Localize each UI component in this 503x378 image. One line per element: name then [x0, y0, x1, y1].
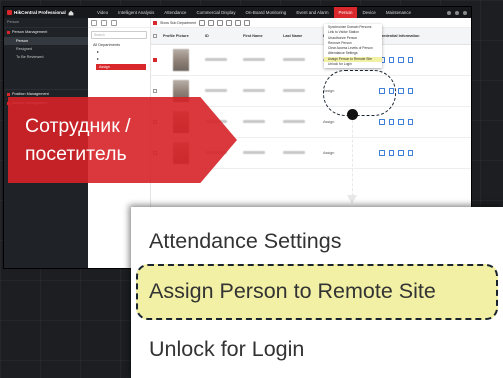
- add-icon[interactable]: [91, 19, 97, 26]
- more-icon[interactable]: [244, 19, 251, 26]
- blurred-last-name: [283, 58, 305, 61]
- blurred-first-name: [243, 89, 265, 92]
- notification-icon[interactable]: [447, 10, 451, 15]
- col-id[interactable]: ID: [203, 34, 241, 38]
- col-profile-picture[interactable]: Profile Picture: [161, 34, 203, 38]
- menu-highlight-outline: [323, 70, 396, 116]
- edit-credential-icon[interactable]: [407, 150, 413, 156]
- row-checkbox[interactable]: [153, 57, 157, 62]
- export-icon[interactable]: [235, 19, 242, 26]
- fingerprint-icon[interactable]: [388, 150, 394, 156]
- show-sub-department-checkbox[interactable]: [153, 20, 157, 25]
- zoom-assign-remote-site[interactable]: Assign Person to Remote Site: [149, 279, 436, 304]
- credential-icons: [361, 150, 461, 156]
- sidebar-group-person-management[interactable]: Person Management: [4, 28, 88, 37]
- face-icon[interactable]: [398, 57, 404, 63]
- callout-pin: [347, 109, 358, 120]
- nav-maintenance[interactable]: Maintenance: [381, 7, 416, 18]
- fingerprint-icon[interactable]: [388, 57, 394, 63]
- tree-assign-node[interactable]: Assign: [96, 64, 146, 70]
- profile-photo: [173, 49, 189, 71]
- fingerprint-icon[interactable]: [388, 119, 394, 125]
- show-sub-department-label: Show Sub Department: [160, 20, 197, 25]
- home-icon[interactable]: [68, 10, 74, 16]
- table-row[interactable]: Assign: [151, 45, 471, 76]
- tree-root[interactable]: All Departments: [88, 42, 150, 49]
- blurred-last-name: [283, 89, 305, 92]
- tree-node[interactable]: ▸: [88, 56, 150, 63]
- tree-toolbar: [88, 18, 150, 28]
- tree-search-input[interactable]: Search: [91, 31, 147, 39]
- edit-icon[interactable]: [101, 19, 107, 26]
- top-navigation-bar: HikCentral Professional Video Intelligen…: [4, 7, 471, 18]
- sidebar-item-to-be-reviewed[interactable]: To Be Reviewed: [4, 53, 88, 61]
- sidebar-header: Person: [4, 18, 88, 28]
- face-icon[interactable]: [398, 119, 404, 125]
- group-icon: [7, 93, 10, 96]
- tree-node[interactable]: ▸: [88, 49, 150, 56]
- row-department: Assign: [323, 151, 335, 155]
- row-checkbox[interactable]: [153, 88, 157, 93]
- callout-arrow-icon: [347, 195, 357, 204]
- card-icon[interactable]: [379, 119, 385, 125]
- nav-video[interactable]: Video: [92, 7, 113, 18]
- add-person-icon[interactable]: [199, 19, 206, 26]
- more-actions-menu: Synchronize Domain Persons Link to Visit…: [324, 24, 382, 69]
- card-icon[interactable]: [379, 150, 385, 156]
- edit-credential-icon[interactable]: [407, 88, 413, 94]
- nav-commercial-display[interactable]: Commercial Display: [192, 7, 241, 18]
- nav-intelligent-analysis[interactable]: Intelligent Analysis: [113, 7, 159, 18]
- blurred-id: [205, 58, 227, 61]
- import-icon[interactable]: [226, 19, 233, 26]
- table-header: Profile Picture ID First Name Last Name …: [151, 28, 471, 45]
- row-department: Assign: [323, 120, 335, 124]
- blurred-last-name: [283, 120, 305, 123]
- blurred-first-name: [243, 151, 265, 154]
- edit-credential-icon[interactable]: [407, 119, 413, 125]
- zoom-attendance-settings[interactable]: Attendance Settings: [149, 229, 341, 254]
- logo-mark-icon: [7, 10, 12, 15]
- nav-event-alarm[interactable]: Event and Alarm: [291, 7, 333, 18]
- banner-line-1: Сотрудник /: [25, 115, 131, 137]
- sidebar-item-person[interactable]: Person: [4, 37, 88, 45]
- edit-person-icon[interactable]: [208, 19, 215, 26]
- blurred-id: [205, 89, 227, 92]
- blurred-first-name: [243, 58, 265, 61]
- credential-icons: [361, 119, 461, 125]
- delete-person-icon[interactable]: [217, 19, 224, 26]
- edit-credential-icon[interactable]: [407, 57, 413, 63]
- callout-dashed-line: [352, 120, 353, 196]
- banner-text: Сотрудник / посетитель: [25, 112, 205, 168]
- settings-icon[interactable]: [463, 10, 467, 15]
- user-icon[interactable]: [455, 10, 459, 15]
- nav-attendance[interactable]: Attendance: [159, 7, 191, 18]
- topbar-icons: [447, 10, 471, 15]
- banner-line-2: посетитель: [25, 143, 127, 165]
- sidebar-group-label: Person Management: [12, 30, 48, 34]
- zoomed-menu-callout: Attendance Settings Assign Person to Rem…: [131, 207, 503, 378]
- blurred-first-name: [243, 120, 265, 123]
- sidebar-item-resigned[interactable]: Resigned: [4, 45, 88, 53]
- nav-device[interactable]: Device: [357, 7, 380, 18]
- blurred-last-name: [283, 151, 305, 154]
- select-all-checkbox[interactable]: [153, 33, 157, 38]
- table-toolbar: Show Sub Department: [151, 18, 471, 28]
- delete-icon[interactable]: [111, 19, 117, 26]
- zoom-unlock-login[interactable]: Unlock for Login: [149, 337, 304, 362]
- face-icon[interactable]: [398, 150, 404, 156]
- col-last-name[interactable]: Last Name: [281, 34, 321, 38]
- menu-unlock-login[interactable]: Unlock for Login: [324, 62, 382, 67]
- nav-person[interactable]: Person: [333, 7, 358, 18]
- nav-onboard-monitoring[interactable]: On-Board Monitoring: [241, 7, 292, 18]
- face-icon[interactable]: [398, 88, 404, 94]
- group-icon: [7, 31, 10, 34]
- col-first-name[interactable]: First Name: [241, 34, 281, 38]
- app-logo: HikCentral Professional: [4, 10, 92, 16]
- app-name: HikCentral Professional: [14, 10, 66, 15]
